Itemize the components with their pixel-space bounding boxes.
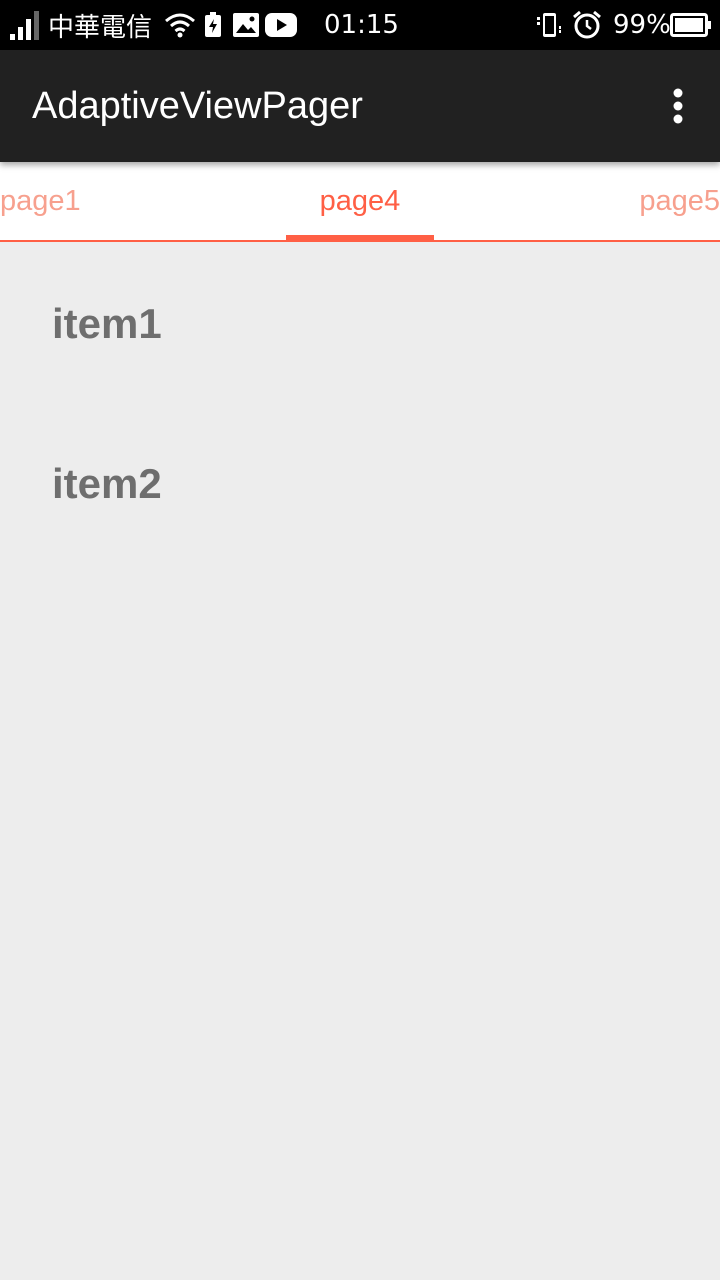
signal-icon — [10, 0, 42, 50]
list-item-label: item2 — [52, 460, 162, 507]
screen: 中華電信 01:15 99% AdaptiveViewPager page1 p… — [0, 0, 720, 1280]
carrier-label: 中華電信 — [48, 12, 153, 43]
tab-indicator — [286, 235, 434, 240]
list-item-2[interactable]: item2 — [52, 460, 162, 508]
list-item-1[interactable]: item1 — [52, 300, 162, 348]
battery-charging-notification-icon — [204, 0, 222, 50]
tab-label: page4 — [319, 184, 401, 217]
tab-label: page1 — [0, 184, 81, 217]
page-content: item1 item2 — [0, 242, 720, 1280]
app-title: AdaptiveViewPager — [32, 84, 363, 127]
overflow-menu-button[interactable] — [658, 86, 698, 126]
app-bar: AdaptiveViewPager — [0, 50, 720, 162]
tab-page5[interactable]: page5 — [630, 162, 720, 240]
time-label: 01:15 — [324, 10, 399, 40]
wifi-icon — [164, 0, 196, 50]
tab-strip: page1 page4 page5 — [0, 162, 720, 242]
status-bar: 中華電信 01:15 99% — [0, 0, 720, 50]
clock: 01:15 — [324, 0, 399, 50]
battery-percent: 99% — [613, 0, 671, 50]
list-item-label: item1 — [52, 300, 162, 347]
image-notification-icon — [233, 0, 259, 50]
battery-label: 99% — [613, 10, 671, 40]
vibrate-icon — [536, 0, 562, 50]
tab-page4[interactable]: page4 — [286, 162, 434, 240]
tab-page1[interactable]: page1 — [0, 162, 90, 240]
tab-label: page5 — [639, 184, 720, 217]
carrier-name: 中華電信 — [48, 0, 152, 50]
battery-icon — [670, 0, 712, 50]
alarm-icon — [572, 0, 602, 50]
more-vert-icon — [673, 88, 683, 124]
youtube-notification-icon — [265, 0, 297, 50]
